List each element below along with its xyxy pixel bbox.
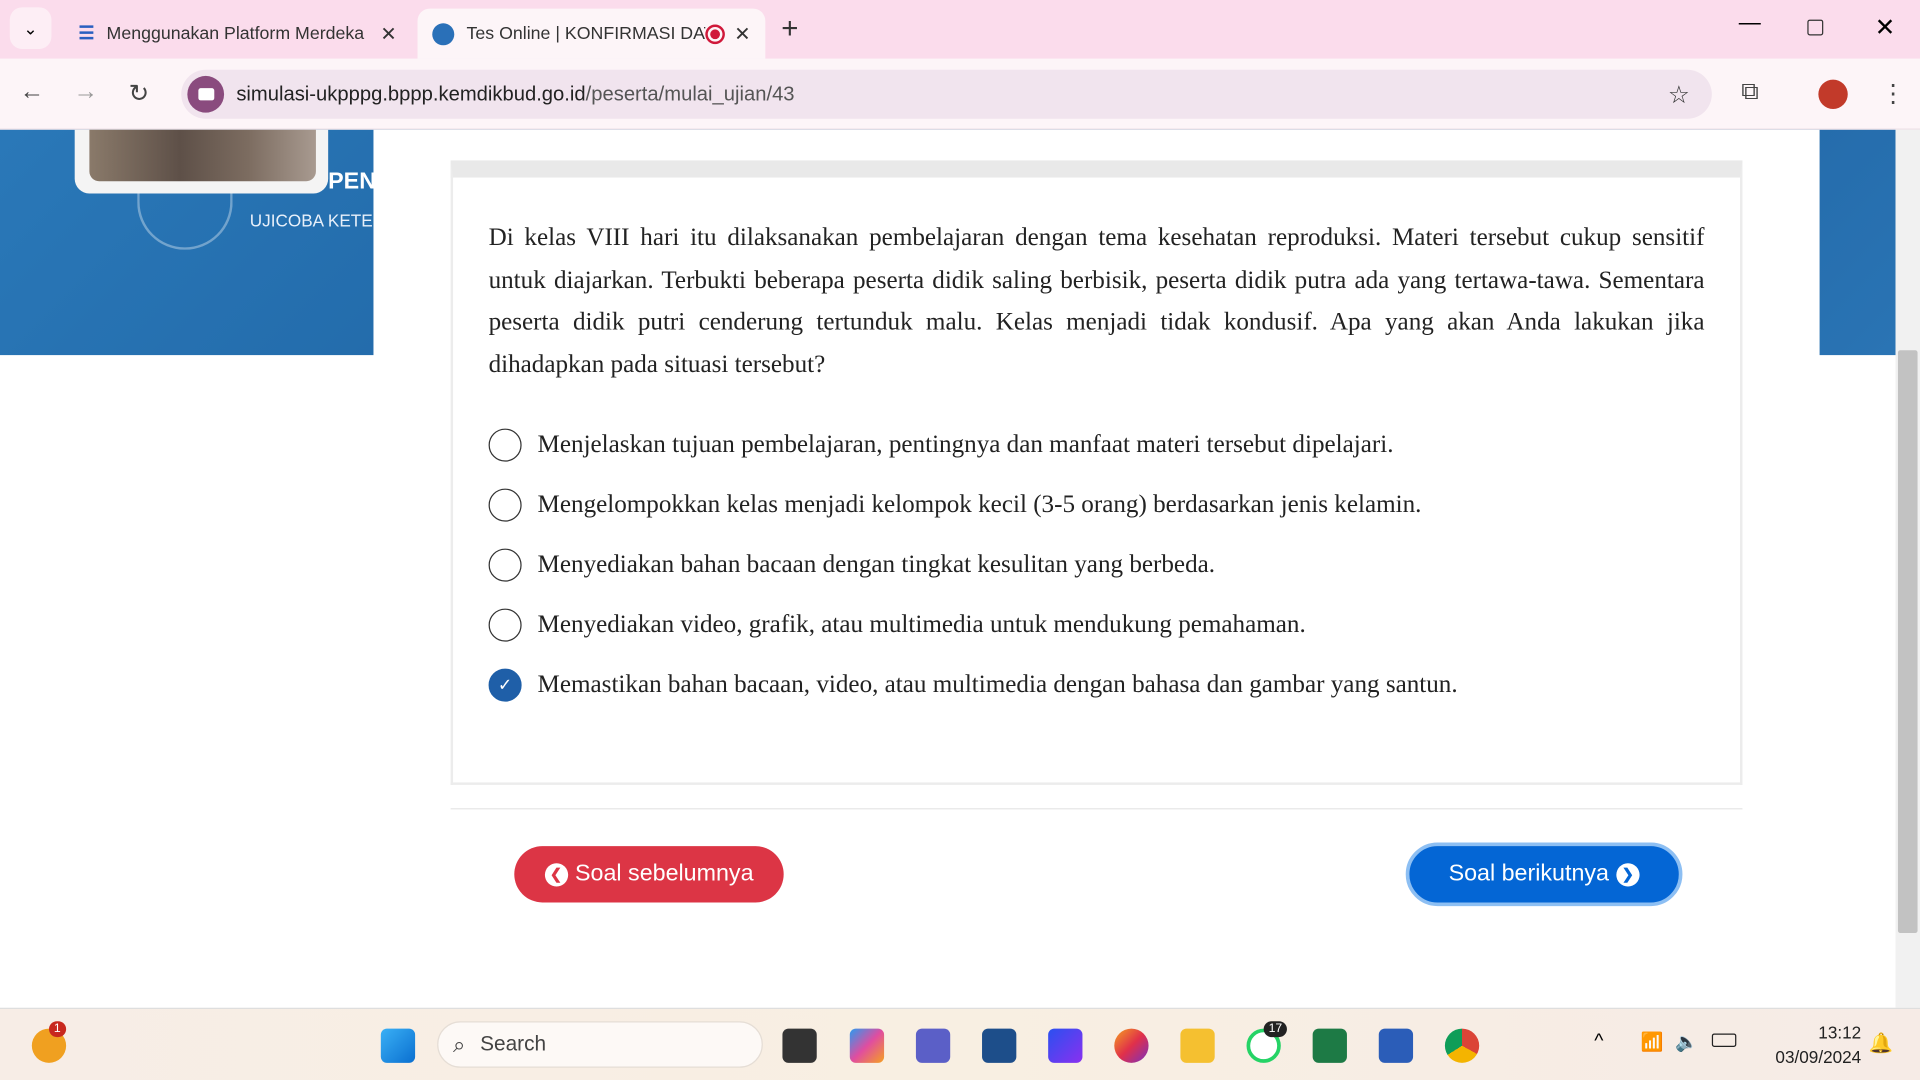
new-tab-button[interactable]: +: [781, 12, 798, 46]
battery-icon[interactable]: [1711, 1033, 1737, 1047]
tab-tes-online[interactable]: Tes Online | KONFIRMASI DATA ✕: [417, 8, 766, 59]
task-view-icon[interactable]: [782, 1028, 817, 1063]
whatsapp-badge: 17: [1263, 1021, 1288, 1038]
chevron-left-circle-icon: ❮: [544, 862, 568, 886]
header-title: PEN: [328, 168, 377, 195]
copilot-icon[interactable]: [849, 1028, 885, 1063]
option-e[interactable]: ✓ Memastikan bahan bacaan, video, atau mu…: [488, 668, 1458, 702]
scrollbar[interactable]: [1895, 129, 1920, 1008]
menu-icon[interactable]: ⋮: [1881, 78, 1905, 109]
header-subtitle: UJICOBA KETE: [249, 210, 373, 231]
question-text: Di kelas VIII hari itu dilaksanakan pemb…: [488, 224, 1705, 378]
volume-icon[interactable]: 🔈: [1675, 1031, 1698, 1053]
profile-avatar[interactable]: [1818, 79, 1848, 109]
back-icon[interactable]: ←: [20, 78, 44, 106]
notification-bell-icon[interactable]: 🔔: [1869, 1031, 1893, 1055]
file-explorer-icon[interactable]: [1180, 1028, 1215, 1063]
chevron-right-circle-icon: ❯: [1616, 862, 1640, 886]
next-question-button[interactable]: Soal berikutnya ❯: [1405, 842, 1683, 907]
tab-search-button[interactable]: ⌄: [9, 7, 52, 49]
radio-button[interactable]: [488, 428, 522, 462]
option-b[interactable]: Mengelompokkan kelas menjadi kelompok ke…: [488, 488, 1421, 522]
restore-button[interactable]: [1807, 19, 1824, 36]
merdeka-favicon: ☰: [78, 23, 95, 44]
weather-badge: 1: [48, 1021, 66, 1038]
bookmark-star-icon[interactable]: ☆: [1668, 79, 1690, 110]
teams-icon[interactable]: [915, 1028, 951, 1063]
forward-icon[interactable]: →: [73, 78, 97, 106]
option-d[interactable]: Menyediakan video, grafik, atau multimed…: [488, 608, 1306, 642]
recording-icon: [704, 23, 725, 44]
scrollbar-thumb[interactable]: [1897, 350, 1918, 934]
minimize-button[interactable]: —: [1739, 10, 1761, 36]
question-box: Di kelas VIII hari itu dilaksanakan pemb…: [450, 160, 1743, 785]
page-content: PEN UJICOBA KETE Di kelas VIII hari itu …: [0, 129, 1920, 1008]
option-a[interactable]: Menjelaskan tujuan pembelajaran, penting…: [488, 428, 1393, 462]
tab-merdeka[interactable]: ☰ Menggunakan Platform Merdeka ✕: [64, 9, 412, 59]
firefox-icon[interactable]: [1114, 1028, 1149, 1063]
radio-button[interactable]: [488, 548, 522, 582]
app-icon[interactable]: [1048, 1028, 1083, 1063]
search-icon: ⌕: [453, 1031, 466, 1057]
word-icon[interactable]: [1378, 1028, 1414, 1063]
option-c[interactable]: Menyediakan bahan bacaan dengan tingkat …: [488, 548, 1215, 582]
close-tab-icon[interactable]: ✕: [380, 21, 396, 45]
close-window-button[interactable]: ✕: [1875, 12, 1896, 43]
camera-in-use-icon[interactable]: [187, 75, 225, 113]
show-hidden-icons[interactable]: ^: [1594, 1031, 1603, 1053]
reload-icon[interactable]: ↻: [129, 78, 150, 109]
radio-button-checked[interactable]: ✓: [488, 668, 522, 702]
webcam-preview: [74, 129, 329, 194]
chrome-icon[interactable]: [1444, 1028, 1480, 1063]
tab-strip: ⌄ ☰ Menggunakan Platform Merdeka ✕ Tes O…: [0, 0, 1920, 59]
start-icon[interactable]: [380, 1028, 416, 1063]
wifi-icon[interactable]: 📶: [1641, 1031, 1664, 1053]
radio-button[interactable]: [488, 608, 522, 642]
browser-toolbar: ← → ↻ simulasi-ukpppg.bppp.kemdikbud.go.…: [0, 58, 1920, 130]
excel-icon[interactable]: [1312, 1028, 1347, 1063]
radio-button[interactable]: [488, 488, 522, 522]
taskbar-search[interactable]: ⌕ Search: [437, 1021, 763, 1068]
question-card: Di kelas VIII hari itu dilaksanakan pemb…: [373, 129, 1820, 985]
clock[interactable]: 13:12 03/09/2024: [1775, 1020, 1861, 1069]
kemdikbud-favicon: [432, 22, 455, 45]
store-icon[interactable]: [982, 1028, 1017, 1063]
check-icon: ✓: [497, 675, 513, 695]
address-bar[interactable]: simulasi-ukpppg.bppp.kemdikbud.go.id/pes…: [181, 69, 1712, 119]
taskbar: 1 ⌕ Search 17 ^ 📶 🔈 13:12 03/09/2024 🔔: [0, 1007, 1920, 1080]
extensions-icon[interactable]: ⧉: [1741, 78, 1758, 106]
close-tab-icon[interactable]: ✕: [734, 21, 750, 45]
previous-question-button[interactable]: ❮ Soal sebelumnya: [514, 846, 784, 903]
divider: [450, 808, 1743, 810]
